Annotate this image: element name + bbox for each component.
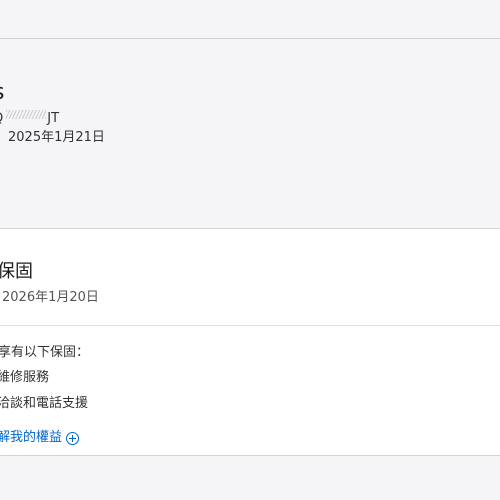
warranty-title: 保固 — [0, 261, 33, 282]
serial-number: Q JT — [0, 110, 59, 127]
warranty-expiry-date: 2026年1月20日 — [2, 290, 99, 305]
card-divider — [0, 325, 500, 326]
serial-redaction — [6, 110, 47, 119]
top-bar — [0, 0, 500, 39]
device-name: s — [0, 80, 4, 106]
plus-circle-icon — [66, 431, 80, 445]
serial-prefix: Q — [0, 111, 3, 126]
warranty-card: 保固 2026年1月20日 享有以下保固： 維修服務 洽談和電話支援 解我的權益 — [0, 228, 500, 455]
benefit-item-repair: 維修服務 — [0, 370, 50, 385]
learn-more-link[interactable]: 解我的權益 — [0, 430, 80, 446]
serial-suffix: JT — [47, 111, 60, 126]
coverage-page: s Q JT 2025年1月21日 保固 2026年1月20日 享有以下保固： 維… — [0, 0, 500, 500]
benefit-item-phone-support: 洽談和電話支援 — [0, 396, 89, 411]
bottom-area — [0, 455, 500, 500]
learn-more-label: 解我的權益 — [0, 430, 63, 445]
device-summary: s Q JT 2025年1月21日 — [0, 39, 500, 228]
coverage-intro: 享有以下保固： — [0, 345, 90, 360]
purchase-date: 2025年1月21日 — [8, 130, 105, 145]
